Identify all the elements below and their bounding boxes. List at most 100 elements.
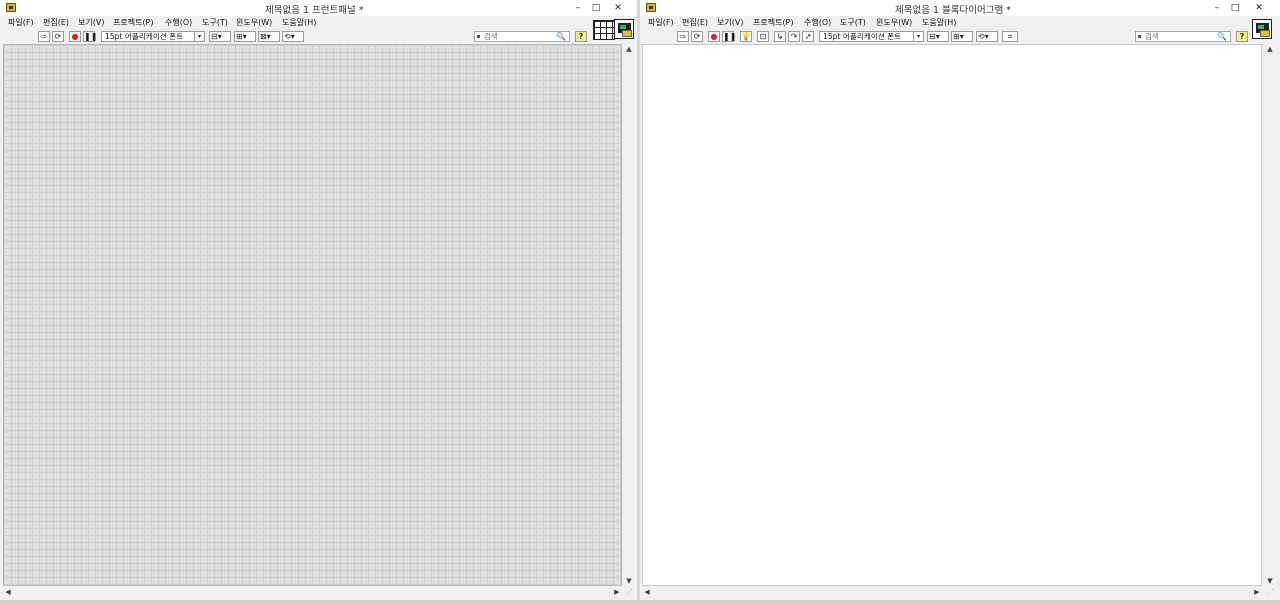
distribute-objects-icon[interactable]: ⊞▾ — [951, 31, 973, 42]
connector-pane-icon[interactable] — [593, 20, 615, 40]
resize-grip-icon[interactable]: ⋰ — [1266, 588, 1275, 597]
pause-icon[interactable]: ❚❚ — [722, 31, 736, 42]
menu-window[interactable]: 윈도우(W) — [876, 17, 912, 28]
context-help-button[interactable]: ? — [575, 31, 587, 42]
menu-edit[interactable]: 편집(E) — [43, 17, 69, 28]
distribute-glyph: ⊞ — [953, 32, 960, 41]
block-diagram-toolbar: ⇨ ⟳ ● ❚❚ 💡 ⊡ ↳ ↷ ↗ 15pt 어플리케이션 폰트 ▾ ⊟▾ ⊞… — [640, 29, 1280, 44]
chevron-down-icon: ▾ — [290, 32, 295, 41]
block-diagram-titlebar[interactable]: 제목없음 1 블록다이어그램 * – □ ✕ — [640, 0, 1280, 16]
maximize-button[interactable]: □ — [1226, 0, 1244, 16]
align-glyph: ⊟ — [929, 32, 936, 41]
scroll-right-icon[interactable]: ▶ — [612, 587, 622, 598]
block-diagram-menubar: 파일(F) 편집(E) 보기(V) 프로젝트(P) 수행(O) 도구(T) 윈도… — [640, 16, 1280, 29]
scroll-down-icon[interactable]: ▼ — [1265, 576, 1275, 586]
search-dropdown-icon[interactable] — [1138, 35, 1141, 38]
reorder-icon[interactable]: ⟲▾ — [282, 31, 304, 42]
front-panel-titlebar[interactable]: 제목없음 1 프런트패널 * – □ ✕ — [0, 0, 637, 16]
menu-tools[interactable]: 도구(T) — [840, 17, 866, 28]
block-diagram-canvas[interactable] — [642, 44, 1262, 586]
block-diagram-window: 제목없음 1 블록다이어그램 * – □ ✕ 파일(F) 편집(E) 보기(V)… — [640, 0, 1280, 603]
pause-icon[interactable]: ❚❚ — [83, 31, 97, 42]
menu-project[interactable]: 프로젝트(P) — [753, 17, 794, 28]
abort-icon[interactable]: ● — [708, 31, 720, 42]
search-input[interactable] — [484, 32, 554, 41]
minimize-button[interactable]: – — [569, 0, 587, 16]
scroll-up-icon[interactable]: ▲ — [624, 44, 634, 54]
minimize-button[interactable]: – — [1208, 0, 1226, 16]
menu-window[interactable]: 윈도우(W) — [236, 17, 272, 28]
search-box[interactable]: 🔍 — [474, 31, 570, 42]
menu-operate[interactable]: 수행(O) — [804, 17, 831, 28]
menu-edit[interactable]: 편집(E) — [682, 17, 708, 28]
resize-glyph: ⊠ — [260, 32, 267, 41]
close-button[interactable]: ✕ — [609, 0, 627, 16]
step-out-icon[interactable]: ↗ — [802, 31, 814, 42]
vi-icon[interactable] — [1252, 19, 1272, 39]
chevron-down-icon: ▾ — [935, 32, 940, 41]
search-dropdown-icon[interactable] — [477, 35, 480, 38]
maximize-button[interactable]: □ — [587, 0, 605, 16]
run-icon[interactable]: ⇨ — [38, 31, 50, 42]
front-panel-canvas[interactable] — [3, 44, 622, 586]
menu-view[interactable]: 보기(V) — [717, 17, 743, 28]
retain-wire-values-icon[interactable]: ⊡ — [757, 31, 769, 42]
search-icon[interactable]: 🔍 — [1217, 32, 1227, 41]
step-over-icon[interactable]: ↷ — [788, 31, 800, 42]
menu-file[interactable]: 파일(F) — [648, 17, 674, 28]
close-button[interactable]: ✕ — [1250, 0, 1268, 16]
menu-help[interactable]: 도움말(H) — [922, 17, 956, 28]
abort-icon[interactable]: ● — [69, 31, 81, 42]
chevron-down-icon: ▾ — [217, 32, 222, 41]
distribute-objects-icon[interactable]: ⊞▾ — [234, 31, 256, 42]
search-icon[interactable]: 🔍 — [556, 32, 566, 41]
menu-tools[interactable]: 도구(T) — [202, 17, 228, 28]
align-objects-icon[interactable]: ⊟▾ — [209, 31, 231, 42]
chevron-down-icon: ▾ — [194, 32, 204, 41]
horizontal-scrollbar[interactable]: ◀ ▶ — [3, 587, 622, 598]
vertical-scrollbar[interactable]: ▲ ▼ — [1265, 44, 1275, 586]
resize-objects-icon[interactable]: ⊠▾ — [258, 31, 280, 42]
menu-file[interactable]: 파일(F) — [8, 17, 34, 28]
labview-app-icon[interactable] — [6, 3, 16, 12]
chevron-down-icon: ▾ — [959, 32, 964, 41]
menu-help[interactable]: 도움말(H) — [282, 17, 316, 28]
font-select[interactable]: 15pt 어플리케이션 폰트 ▾ — [101, 31, 205, 42]
run-icon[interactable]: ⇨ — [677, 31, 689, 42]
clean-up-diagram-icon[interactable]: ⌗ — [1002, 31, 1018, 42]
front-panel-toolbar: ⇨ ⟳ ● ❚❚ 15pt 어플리케이션 폰트 ▾ ⊟▾ ⊞▾ ⊠▾ ⟲▾ 🔍 … — [0, 29, 637, 44]
font-select[interactable]: 15pt 어플리케이션 폰트 ▾ — [819, 31, 924, 42]
font-select-value: 15pt 어플리케이션 폰트 — [105, 32, 184, 41]
run-continuously-icon[interactable]: ⟳ — [52, 31, 64, 42]
front-panel-title: 제목없음 1 프런트패널 * — [265, 5, 364, 16]
distribute-glyph: ⊞ — [236, 32, 243, 41]
step-into-icon[interactable]: ↳ — [774, 31, 786, 42]
scroll-right-icon[interactable]: ▶ — [1252, 587, 1262, 598]
align-objects-icon[interactable]: ⊟▾ — [927, 31, 949, 42]
resize-grip-icon[interactable]: ⋰ — [625, 588, 634, 597]
chevron-down-icon: ▾ — [242, 32, 247, 41]
context-help-button[interactable]: ? — [1236, 31, 1248, 42]
menu-view[interactable]: 보기(V) — [78, 17, 104, 28]
scroll-left-icon[interactable]: ◀ — [642, 587, 652, 598]
scroll-up-icon[interactable]: ▲ — [1265, 44, 1275, 54]
search-box[interactable]: 🔍 — [1135, 31, 1231, 42]
search-input[interactable] — [1145, 32, 1215, 41]
vi-icon[interactable] — [614, 19, 634, 39]
reorder-icon[interactable]: ⟲▾ — [976, 31, 998, 42]
chevron-down-icon: ▾ — [913, 32, 923, 41]
scroll-left-icon[interactable]: ◀ — [3, 587, 13, 598]
menu-operate[interactable]: 수행(O) — [165, 17, 192, 28]
block-diagram-title: 제목없음 1 블록다이어그램 * — [895, 5, 1011, 16]
chevron-down-icon: ▾ — [984, 32, 989, 41]
front-panel-menubar: 파일(F) 편집(E) 보기(V) 프로젝트(P) 수행(O) 도구(T) 윈도… — [0, 16, 637, 29]
scroll-down-icon[interactable]: ▼ — [624, 576, 634, 586]
labview-app-icon[interactable] — [646, 3, 656, 12]
reorder-glyph: ⟲ — [284, 32, 291, 41]
horizontal-scrollbar[interactable]: ◀ ▶ — [642, 587, 1262, 598]
run-continuously-icon[interactable]: ⟳ — [691, 31, 703, 42]
font-select-value: 15pt 어플리케이션 폰트 — [823, 32, 902, 41]
vertical-scrollbar[interactable]: ▲ ▼ — [624, 44, 634, 586]
highlight-execution-icon[interactable]: 💡 — [740, 31, 752, 42]
menu-project[interactable]: 프로젝트(P) — [113, 17, 154, 28]
